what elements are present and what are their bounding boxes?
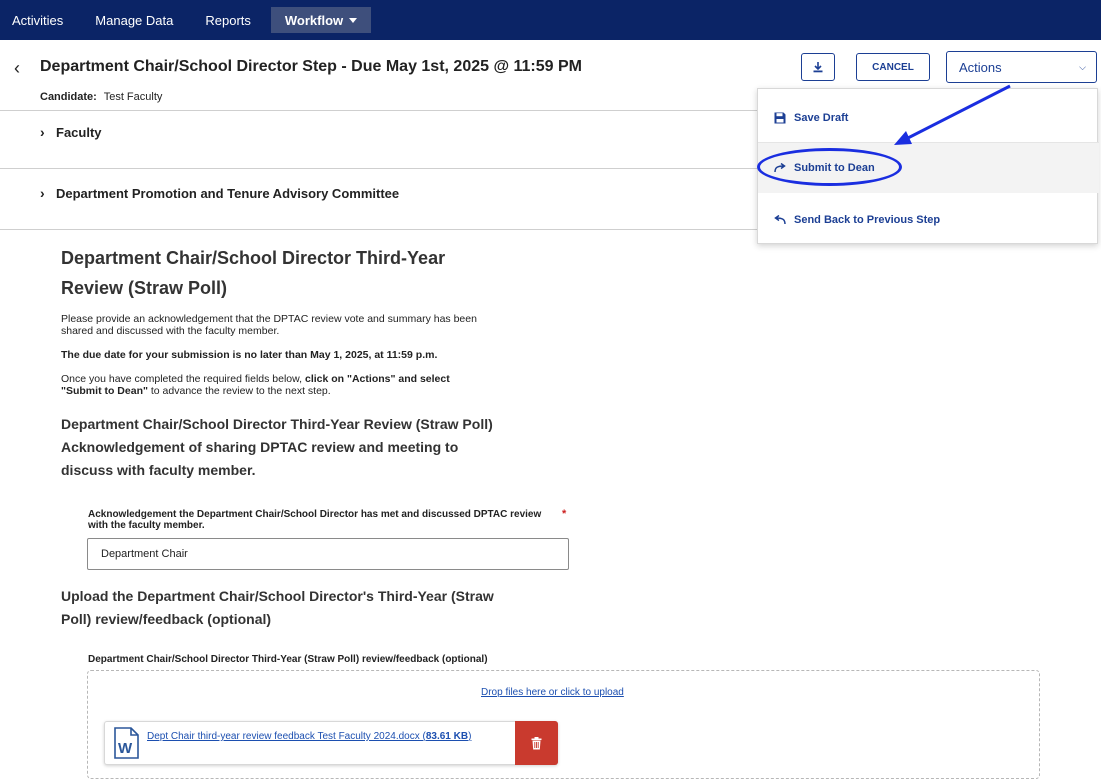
nav-reports[interactable]: Reports <box>189 0 267 40</box>
delete-file-button[interactable] <box>515 721 558 765</box>
download-icon <box>813 61 823 72</box>
save-icon <box>774 112 794 124</box>
ack-input[interactable]: Department Chair <box>87 538 569 570</box>
upload-link[interactable]: Drop files here or click to upload <box>481 687 624 698</box>
due-note: The due date for your submission is no l… <box>61 349 521 361</box>
nav-workflow[interactable]: Workflow <box>270 7 372 33</box>
due-note-text: The due date for your submission is no l… <box>61 349 438 361</box>
ack-field-label: Acknowledgement the Department Chair/Sch… <box>88 509 542 531</box>
ack-heading: Department Chair/School Director Third-Y… <box>61 416 493 478</box>
chevron-right-icon: › <box>40 124 45 140</box>
uploaded-file-card <box>104 721 558 765</box>
file-name: Dept Chair third-year review feedback Te… <box>147 731 426 742</box>
instructions-pre: Once you have completed the required fie… <box>61 373 305 385</box>
required-indicator: * <box>562 508 567 520</box>
section-dptac-label: Department Promotion and Tenure Advisory… <box>56 186 400 201</box>
upload-heading: Upload the Department Chair/School Direc… <box>61 588 494 627</box>
cancel-button[interactable]: CANCEL <box>856 53 930 81</box>
instructions-post: to advance the review to the next step. <box>147 385 331 397</box>
section-faculty-label: Faculty <box>56 125 102 140</box>
section-dptac[interactable]: › Department Promotion and Tenure Advisor… <box>40 185 399 201</box>
caret-down-icon <box>349 17 358 23</box>
instructions-text: Once you have completed the required fie… <box>61 373 481 397</box>
undo-arrow-icon <box>774 215 794 225</box>
file-paren-close: ) <box>468 731 472 742</box>
candidate-info: Candidate: Test Faculty <box>40 91 162 103</box>
nav-activities[interactable]: Activities <box>0 0 79 40</box>
download-button[interactable] <box>801 53 835 81</box>
divider <box>0 110 757 111</box>
form-title: Department Chair/School Director Third-Y… <box>61 248 446 298</box>
trash-icon <box>531 736 542 749</box>
actions-dropdown[interactable]: Actions ⌵ <box>946 51 1097 83</box>
nav-manage-data[interactable]: Manage Data <box>79 0 189 40</box>
candidate-value: Test Faculty <box>103 91 163 103</box>
file-size: 83.61 KB <box>425 731 469 742</box>
upload-field-label: Department Chair/School Director Third-Y… <box>88 654 488 665</box>
divider <box>0 168 757 169</box>
menu-item-save-draft[interactable]: Save Draft <box>758 93 1099 143</box>
top-nav: Activities Manage Data Reports Workflow <box>0 0 1101 40</box>
section-faculty[interactable]: › Faculty <box>40 124 102 140</box>
highlight-ellipse <box>757 148 902 186</box>
menu-item-label: Save Draft <box>794 111 849 124</box>
back-chevron-icon[interactable]: ‹ <box>14 58 20 79</box>
page-title: Department Chair/School Director Step - … <box>40 58 582 75</box>
menu-item-label: Send Back to Previous Step <box>794 214 941 226</box>
word-document-icon: W <box>114 727 139 759</box>
svg-text:W: W <box>118 740 133 757</box>
candidate-label: Candidate: <box>40 91 97 103</box>
nav-workflow-label: Workflow <box>284 12 344 28</box>
chevron-down-icon: ⌵ <box>1079 62 1086 72</box>
uploaded-file-link[interactable]: Dept Chair third-year review feedback Te… <box>147 731 507 742</box>
menu-item-send-back[interactable]: Send Back to Previous Step <box>758 195 1099 245</box>
divider <box>0 229 757 230</box>
actions-label: Actions <box>959 59 1002 75</box>
chevron-right-icon: › <box>40 185 45 201</box>
intro-text: Please provide an acknowledgement that t… <box>61 313 477 337</box>
